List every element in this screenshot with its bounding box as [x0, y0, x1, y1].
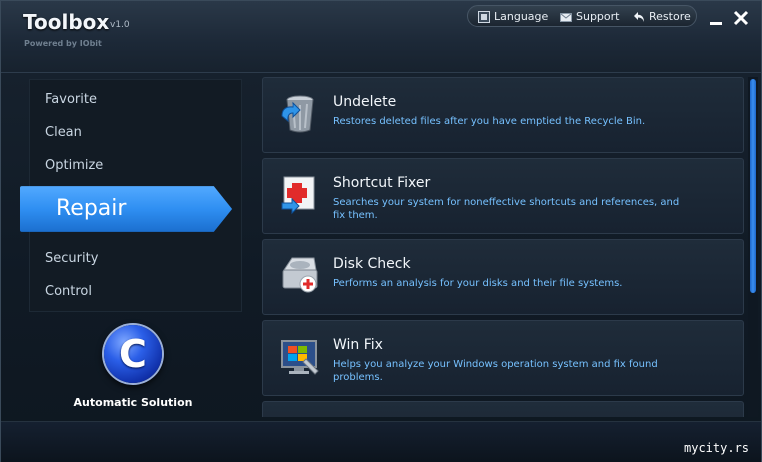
shortcut-fixer-icon — [281, 176, 315, 215]
language-icon — [478, 10, 490, 23]
close-button[interactable] — [732, 9, 750, 27]
win-fix-icon — [281, 340, 319, 375]
tool-description: Performs an analysis for your disks and … — [333, 278, 623, 289]
language-label: Language — [494, 10, 549, 23]
tool-list: Undelete Restores deleted files after yo… — [260, 77, 746, 417]
nav-item-optimize[interactable]: Optimize — [45, 158, 103, 173]
minimize-icon — [710, 22, 722, 25]
automatic-solution-button[interactable]: C — [104, 325, 162, 383]
support-button[interactable]: Support — [560, 9, 619, 24]
tool-item-undelete[interactable]: Undelete Restores deleted files after yo… — [262, 77, 744, 153]
tool-description: Searches your system for noneffective sh… — [333, 197, 680, 221]
tool-description: Helps you analyze your Windows operation… — [333, 359, 658, 383]
minimize-button[interactable] — [707, 9, 725, 27]
nav-item-security[interactable]: Security — [45, 251, 98, 266]
nav-item-control[interactable]: Control — [45, 284, 92, 299]
tool-item-shortcut-fixer[interactable]: Shortcut Fixer Searches your system for … — [262, 158, 744, 234]
support-label: Support — [576, 10, 620, 23]
nav-item-repair-highlight[interactable] — [20, 184, 233, 234]
scrollbar-thumb[interactable] — [750, 79, 756, 293]
restore-button[interactable]: Restore — [633, 9, 691, 24]
top-menu: Language Support Restore — [467, 5, 697, 27]
tool-title: Undelete — [333, 94, 397, 110]
language-button[interactable]: Language — [478, 9, 548, 24]
tool-title: Disk Check — [333, 256, 411, 272]
nav-item-favorite[interactable]: Favorite — [45, 92, 97, 107]
tool-description: Restores deleted files after you have em… — [333, 116, 646, 127]
title-bar: Toolbox v1.0 Powered by IObit Language S… — [1, 1, 761, 73]
status-bar — [1, 421, 761, 462]
automatic-solution-icon: C — [119, 332, 147, 376]
tool-item-next[interactable] — [262, 401, 744, 417]
app-title: Toolbox — [23, 10, 110, 34]
disk-check-icon — [282, 257, 318, 293]
app-window: Toolbox v1.0 Powered by IObit Language S… — [0, 0, 762, 462]
nav-item-clean[interactable]: Clean — [45, 125, 82, 140]
tool-title: Shortcut Fixer — [333, 175, 431, 191]
app-subtitle: Powered by IObit — [24, 39, 102, 48]
automatic-solution-label[interactable]: Automatic Solution — [61, 396, 205, 409]
back-arrow-icon — [634, 11, 644, 22]
tool-item-win-fix[interactable]: Win Fix Helps you analyze your Windows o… — [262, 320, 744, 396]
watermark-text: mycity.rs — [684, 441, 750, 455]
close-icon — [733, 10, 749, 26]
restore-label: Restore — [649, 10, 691, 23]
tool-title: Win Fix — [333, 337, 383, 353]
envelope-icon — [560, 12, 572, 22]
recycle-bin-icon — [281, 95, 314, 133]
nav-item-repair[interactable]: Repair — [56, 196, 126, 221]
app-version: v1.0 — [110, 20, 130, 30]
tool-item-disk-check[interactable]: Disk Check Performs an analysis for your… — [262, 239, 744, 315]
